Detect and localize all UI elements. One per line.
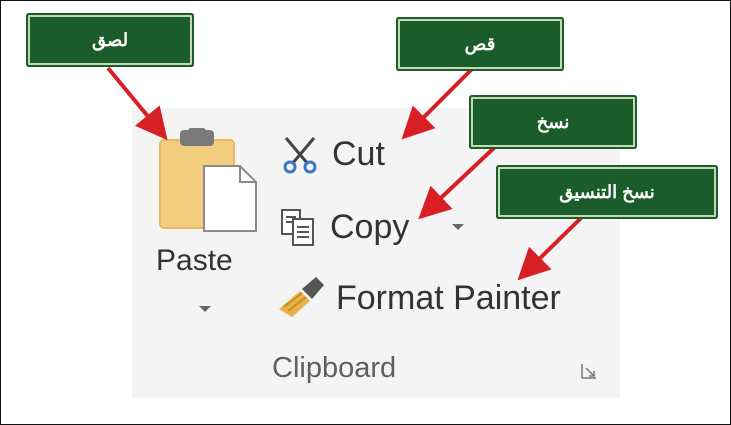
format-painter-label: Format Painter bbox=[336, 278, 561, 317]
cut-button[interactable]: Cut bbox=[278, 132, 385, 176]
callout-format-painter: نسخ التنسيق bbox=[498, 167, 716, 217]
clipboard-group-label: Clipboard bbox=[272, 352, 397, 384]
paste-dropdown-caret[interactable] bbox=[199, 306, 211, 312]
callout-paste: لصق bbox=[28, 15, 192, 65]
paste-label: Paste bbox=[156, 244, 233, 277]
clipboard-paste-icon bbox=[159, 128, 257, 232]
copy-button[interactable]: Copy bbox=[276, 205, 409, 249]
callout-paste-text: لصق bbox=[91, 29, 129, 50]
copy-dropdown-caret[interactable] bbox=[452, 224, 464, 230]
format-painter-button[interactable]: Format Painter bbox=[276, 276, 561, 320]
paste-button[interactable]: Paste bbox=[150, 120, 265, 330]
cut-label: Cut bbox=[332, 134, 385, 173]
dialog-launcher-icon[interactable] bbox=[581, 363, 597, 379]
scissors-icon bbox=[283, 137, 317, 174]
callout-cut: قص bbox=[398, 19, 562, 69]
callout-format-painter-text: نسخ التنسيق bbox=[559, 181, 655, 202]
copy-label: Copy bbox=[330, 207, 410, 246]
copy-icon bbox=[281, 209, 314, 246]
callout-copy-text: نسخ bbox=[536, 111, 570, 132]
callout-copy: نسخ bbox=[471, 97, 635, 147]
callout-cut-text: قص bbox=[464, 33, 496, 54]
paintbrush-icon bbox=[279, 277, 324, 317]
